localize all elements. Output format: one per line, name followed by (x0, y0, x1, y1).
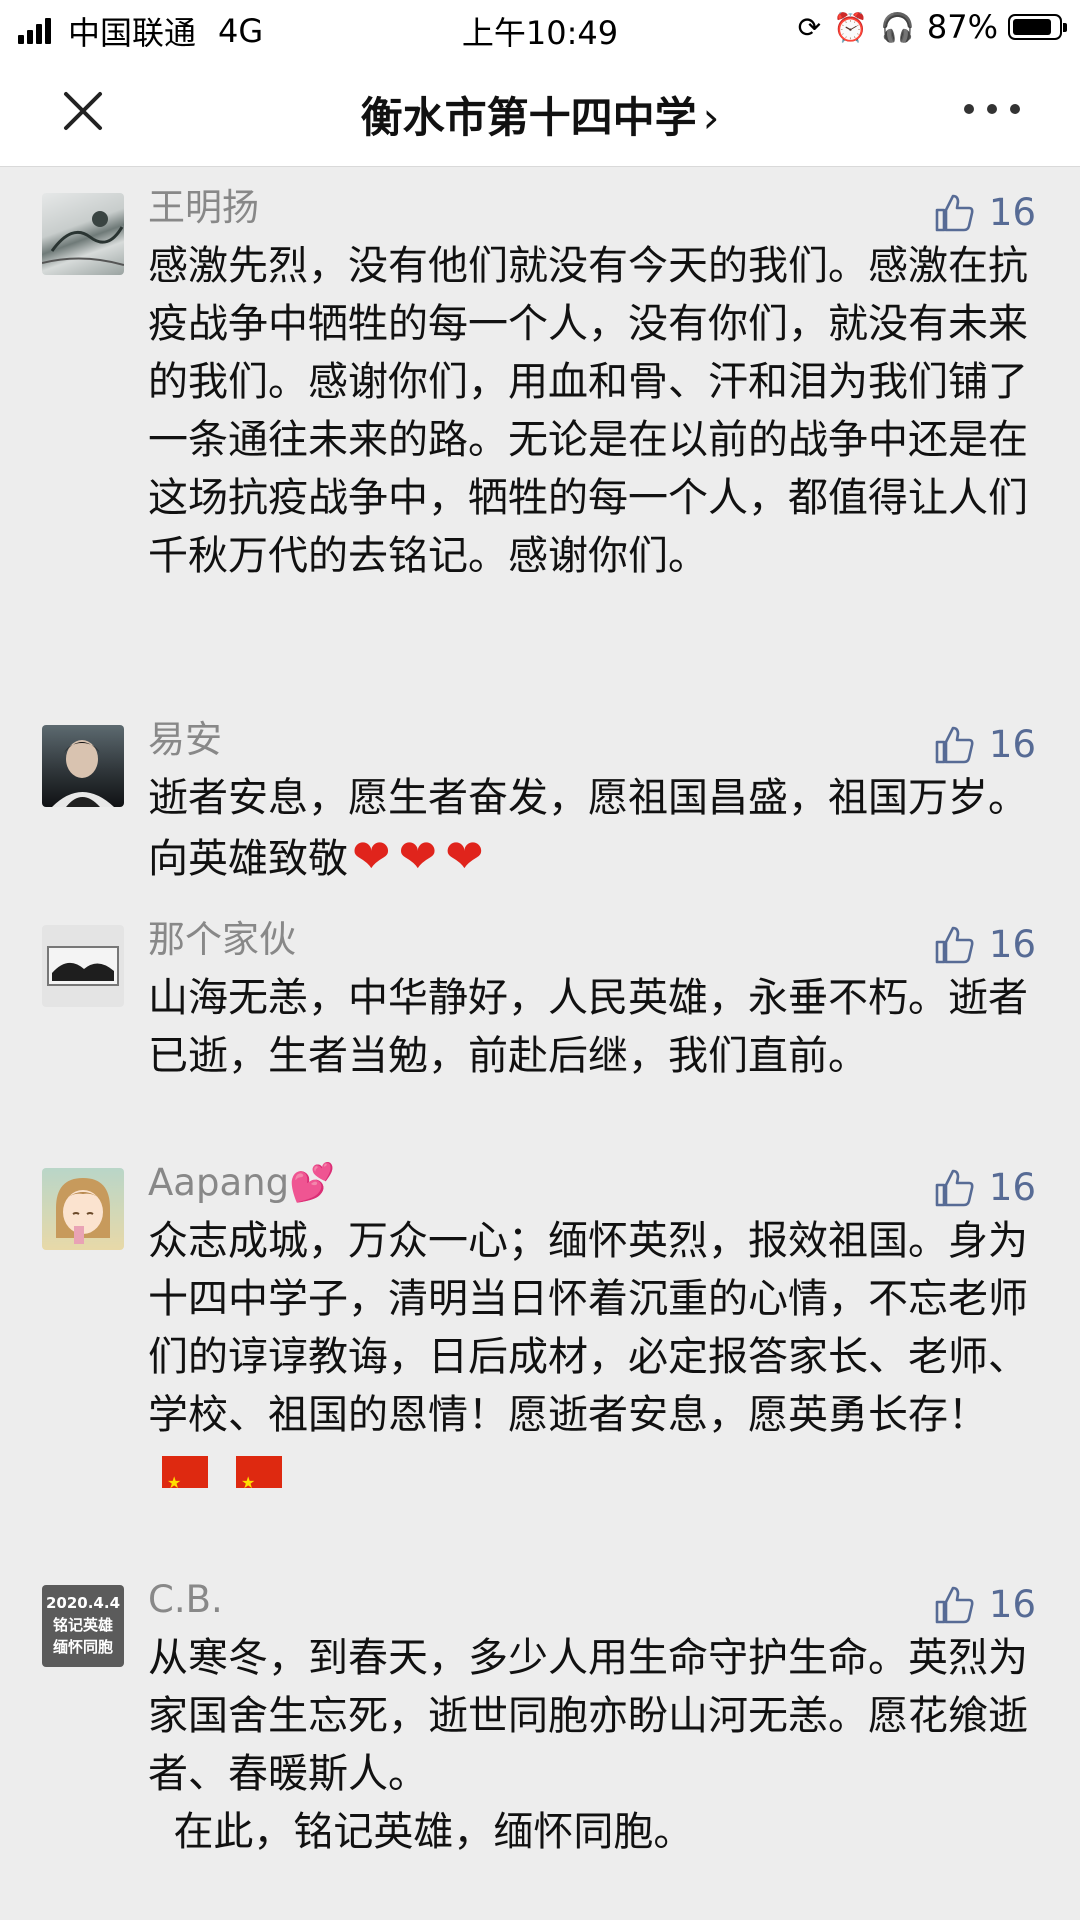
comment-text-wrap: 众志成城，万众一心；缅怀英烈，报效祖国。身为十四中学子，清明当日怀着沉重的心情，… (148, 1212, 1028, 1512)
avatar-text-line: 铭记英雄 (52, 1616, 113, 1634)
heart-emoji: ❤ (398, 829, 438, 883)
like-button[interactable]: 16 (933, 923, 1036, 966)
comment-text: 逝者安息，愿生者奋发，愿祖国昌盛，祖国万岁。向英雄致敬 (148, 775, 1028, 882)
comment-item: Aapang💕 16 众志成城，万众一心；缅怀英烈，报效祖国。身为十四中学子，清… (0, 1142, 1080, 1559)
text-badge-avatar[interactable]: 2020.4.4 铭记英雄 缅怀同胞 (42, 1585, 124, 1667)
rotation-lock-icon: ⟳ (797, 10, 822, 44)
landscape-avatar[interactable] (42, 925, 124, 1007)
two-hearts-emoji: 💕 (289, 1161, 336, 1204)
like-button[interactable]: 16 (933, 723, 1036, 766)
chevron-right-icon: › (702, 93, 720, 142)
battery-icon (1008, 14, 1067, 40)
battery-fill (1013, 19, 1051, 35)
thumbs-up-icon (935, 194, 974, 231)
portrait-avatar[interactable] (42, 725, 124, 807)
thumbs-up-icon (935, 726, 974, 763)
thumbs-up-icon (935, 1169, 974, 1206)
comment-text: 从寒冬，到春天，多少人用生命守护生命。英烈为家国舍生忘死，逝世同胞亦盼山河无恙。… (148, 1635, 1028, 1855)
like-button[interactable]: 16 (933, 191, 1036, 234)
comment-text: 众志成城，万众一心；缅怀英烈，报效祖国。身为十四中学子，清明当日怀着沉重的心情，… (148, 1218, 1028, 1438)
comment-item: 王明扬 16 感激先烈，没有他们就没有今天的我们。感激在抗疫战争中牺牲的每一个人… (0, 167, 1080, 699)
avatar-text-line: 2020.4.4 (45, 1594, 121, 1612)
avatar-text-line: 缅怀同胞 (52, 1638, 113, 1656)
comment-text-wrap: 逝者安息，愿生者奋发，愿祖国昌盛，祖国万岁。向英雄致敬❤ ❤ ❤ (148, 769, 1028, 888)
like-count: 16 (988, 723, 1036, 766)
headphones-icon: 🎧 (880, 10, 915, 44)
battery-cap (1063, 23, 1067, 32)
like-count: 16 (988, 1166, 1036, 1209)
like-count: 16 (988, 191, 1036, 234)
comment-item: 那个家伙 16 山海无恙，中华静好，人民英雄，永垂不朽。逝者已逝，生者当勉，前赴… (0, 899, 1080, 1142)
like-button[interactable]: 16 (933, 1583, 1036, 1626)
more-dot (1010, 104, 1020, 114)
heart-emoji: ❤ (352, 829, 391, 883)
comment-item: 易安 16 逝者安息，愿生者奋发，愿祖国昌盛，祖国万岁。向英雄致敬❤ ❤ ❤ (0, 699, 1080, 899)
comment-item: 2020.4.4 铭记英雄 缅怀同胞 C.B. 16 从寒冬，到春天，多少人用生… (0, 1559, 1080, 1919)
comment-text: 山海无恙，中华静好，人民英雄，永垂不朽。逝者已逝，生者当勉，前赴后继，我们直前。 (148, 975, 1028, 1079)
more-button[interactable] (964, 94, 1020, 124)
battery-percent: 87% (926, 8, 998, 46)
like-count: 16 (988, 1583, 1036, 1626)
alarm-icon: ⏰ (833, 10, 868, 44)
more-dot (987, 104, 997, 114)
thumbs-up-icon (935, 1586, 974, 1623)
page-title-link[interactable]: 衡水市第十四中学 › (0, 84, 1080, 145)
page-title: 衡水市第十四中学 (360, 93, 697, 142)
china-flag-emoji (236, 1454, 282, 1512)
status-right: ⟳ ⏰ 🎧 87% (786, 8, 1067, 46)
comment-author: Aapang (148, 1161, 290, 1204)
heart-emoji: ❤ (445, 829, 484, 883)
comment-text: 感激先烈，没有他们就没有今天的我们。感激在抗疫战争中牺牲的每一个人，没有你们，就… (148, 243, 1028, 579)
thumbs-up-icon (935, 926, 974, 963)
ink-painting-avatar[interactable] (42, 193, 124, 275)
china-flag-emoji (162, 1454, 208, 1512)
anime-girl-avatar[interactable] (42, 1168, 124, 1250)
like-button[interactable]: 16 (933, 1166, 1036, 1209)
status-bar: 中国联通 4G 上午10:49 ⟳ ⏰ 🎧 87% (0, 0, 1080, 54)
more-dot (964, 104, 974, 114)
like-count: 16 (988, 923, 1036, 966)
nav-bar: 衡水市第十四中学 › (0, 54, 1080, 167)
comment-list: 王明扬 16 感激先烈，没有他们就没有今天的我们。感激在抗疫战争中牺牲的每一个人… (0, 167, 1080, 1919)
